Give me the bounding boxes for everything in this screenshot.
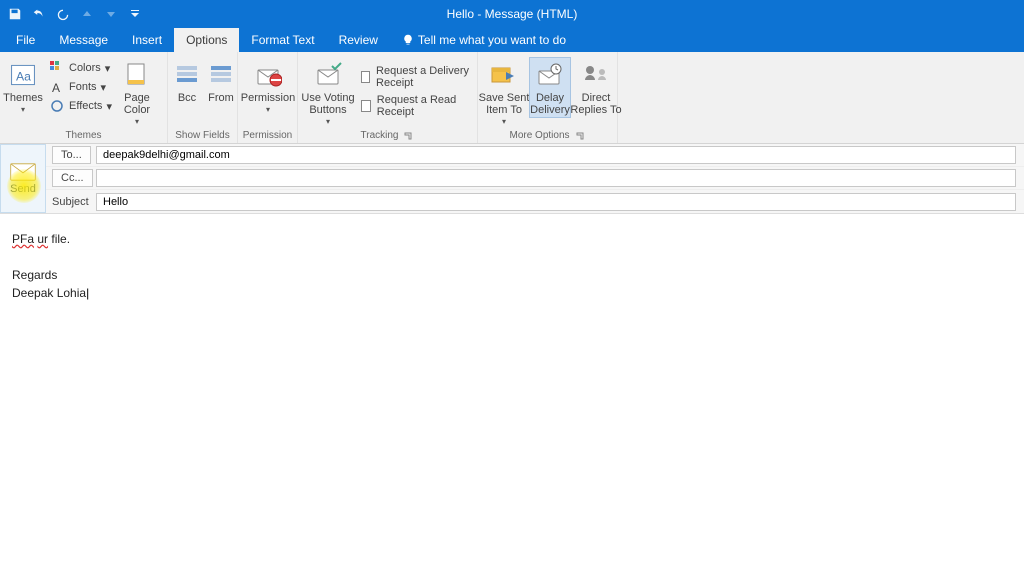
subject-input[interactable] bbox=[96, 193, 1016, 211]
up-disabled-icon bbox=[78, 5, 96, 23]
delay-delivery-icon bbox=[534, 59, 566, 91]
group-label-tracking: Tracking bbox=[301, 128, 474, 143]
body-line-3: Regards bbox=[12, 268, 1012, 282]
lightbulb-icon bbox=[402, 34, 414, 46]
tab-insert[interactable]: Insert bbox=[120, 28, 174, 52]
group-tracking: Use Voting Buttons ▾ Request a Delivery … bbox=[298, 52, 478, 143]
tell-me-search[interactable]: Tell me what you want to do bbox=[390, 28, 578, 52]
dialog-launcher-icon[interactable] bbox=[402, 130, 414, 142]
tab-file[interactable]: File bbox=[4, 28, 47, 52]
direct-replies-icon bbox=[580, 59, 612, 91]
colors-button[interactable]: Colors ▾ bbox=[45, 59, 116, 77]
effects-icon bbox=[49, 98, 65, 114]
ribbon-tabstrip: File Message Insert Options Format Text … bbox=[0, 28, 1024, 52]
group-label-themes: Themes bbox=[3, 128, 164, 143]
dropdown-icon: ▾ bbox=[135, 117, 139, 126]
save-sent-icon bbox=[488, 59, 520, 91]
cc-row: Cc... bbox=[46, 167, 1024, 190]
cc-button[interactable]: Cc... bbox=[52, 169, 93, 187]
group-label-more-options: More Options bbox=[481, 128, 614, 143]
effects-button[interactable]: Effects ▾ bbox=[45, 97, 116, 115]
dropdown-icon: ▾ bbox=[101, 81, 107, 94]
page-color-button[interactable]: Page Color ▾ bbox=[118, 57, 156, 128]
group-more-options: Save Sent Item To ▾ Delay Delivery Direc… bbox=[478, 52, 618, 143]
bcc-icon bbox=[171, 59, 203, 91]
titlebar: Hello - Message (HTML) bbox=[0, 0, 1024, 28]
dropdown-icon: ▾ bbox=[502, 117, 506, 126]
tab-review[interactable]: Review bbox=[327, 28, 390, 52]
quick-access-toolbar bbox=[0, 0, 144, 28]
tab-format-text[interactable]: Format Text bbox=[239, 28, 326, 52]
body-line-4: Deepak Lohia bbox=[12, 286, 1012, 300]
dialog-launcher-icon[interactable] bbox=[574, 130, 586, 142]
checkbox-icon bbox=[361, 100, 371, 112]
save-icon[interactable] bbox=[6, 5, 24, 23]
colors-icon bbox=[49, 60, 65, 76]
ribbon: Aa Themes ▾ Colors ▾ A Fonts ▾ Eff bbox=[0, 52, 1024, 144]
page-color-icon bbox=[121, 59, 153, 91]
cc-input[interactable] bbox=[96, 169, 1016, 187]
svg-text:A: A bbox=[52, 81, 60, 94]
redo-icon[interactable] bbox=[54, 5, 72, 23]
tab-message[interactable]: Message bbox=[47, 28, 120, 52]
send-column: Send bbox=[0, 144, 46, 213]
group-label-show-fields: Show Fields bbox=[171, 128, 234, 143]
tab-options[interactable]: Options bbox=[174, 28, 239, 52]
permission-button[interactable]: Permission ▾ bbox=[241, 57, 295, 116]
svg-text:Aa: Aa bbox=[16, 69, 31, 83]
compose-header: Send To... Cc... Subject bbox=[0, 144, 1024, 214]
send-button[interactable]: Send bbox=[5, 163, 41, 195]
voting-buttons-button[interactable]: Use Voting Buttons ▾ bbox=[301, 57, 355, 128]
group-themes: Aa Themes ▾ Colors ▾ A Fonts ▾ Eff bbox=[0, 52, 168, 143]
save-sent-button[interactable]: Save Sent Item To ▾ bbox=[481, 57, 527, 128]
group-permission: Permission ▾ Permission bbox=[238, 52, 298, 143]
from-button[interactable]: From bbox=[205, 57, 237, 106]
direct-replies-button[interactable]: Direct Replies To bbox=[573, 57, 619, 118]
delay-delivery-button[interactable]: Delay Delivery bbox=[529, 57, 571, 118]
dropdown-icon: ▾ bbox=[326, 117, 330, 126]
permission-icon bbox=[252, 59, 284, 91]
to-input[interactable] bbox=[96, 146, 1016, 164]
tell-me-label: Tell me what you want to do bbox=[418, 33, 566, 47]
fonts-button[interactable]: A Fonts ▾ bbox=[45, 78, 116, 96]
from-icon bbox=[205, 59, 237, 91]
group-label-permission: Permission bbox=[241, 128, 294, 143]
subject-row: Subject bbox=[46, 190, 1024, 213]
read-receipt-checkbox[interactable]: Request a Read Receipt bbox=[357, 92, 474, 120]
message-body[interactable]: PFa ur file. Regards Deepak Lohia bbox=[0, 214, 1024, 322]
dropdown-icon: ▾ bbox=[105, 62, 111, 75]
down-disabled-icon bbox=[102, 5, 120, 23]
body-line-1: PFa ur file. bbox=[12, 232, 1012, 246]
delivery-receipt-checkbox[interactable]: Request a Delivery Receipt bbox=[357, 63, 474, 91]
voting-icon bbox=[312, 59, 344, 91]
to-row: To... bbox=[46, 144, 1024, 167]
dropdown-icon: ▾ bbox=[21, 105, 25, 114]
qat-customize-icon[interactable] bbox=[126, 5, 144, 23]
fonts-icon: A bbox=[49, 79, 65, 95]
dropdown-icon: ▾ bbox=[266, 105, 270, 114]
to-button[interactable]: To... bbox=[52, 146, 91, 164]
envelope-icon bbox=[9, 163, 37, 181]
themes-icon: Aa bbox=[7, 59, 39, 91]
address-column: To... Cc... Subject bbox=[46, 144, 1024, 213]
subject-label: Subject bbox=[46, 196, 96, 208]
dropdown-icon: ▾ bbox=[106, 100, 112, 113]
window-title: Hello - Message (HTML) bbox=[447, 7, 578, 21]
bcc-button[interactable]: Bcc bbox=[171, 57, 203, 106]
group-show-fields: Bcc From Show Fields bbox=[168, 52, 238, 143]
checkbox-icon bbox=[361, 71, 370, 83]
themes-button[interactable]: Aa Themes ▾ bbox=[3, 57, 43, 116]
undo-icon[interactable] bbox=[30, 5, 48, 23]
